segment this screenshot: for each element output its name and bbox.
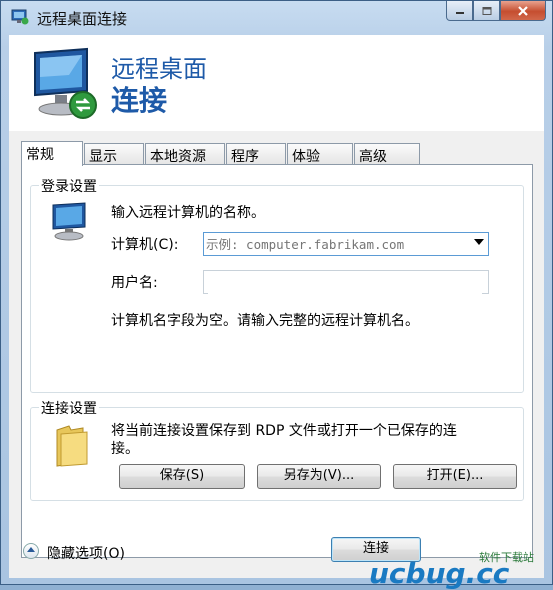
tab-panel-general: 登录设置 输入远程计算机的名称。 计算机(C): 用户名: 计算机名字段为 (21, 164, 533, 558)
tab-general[interactable]: 常规 (21, 141, 83, 166)
header-title-line2: 连接 (111, 84, 168, 117)
rdp-file-description-line1: 将当前连接设置保存到 RDP 文件或打开一个已保存的连 (111, 423, 457, 439)
remote-desktop-icon (11, 9, 29, 25)
remote-desktop-monitor-icon (34, 47, 97, 119)
connection-settings-group: 连接设置 将当前连接设置保存到 RDP 文件或打开一个已保存的连 接。 保存(S… (30, 398, 524, 501)
computer-name-instruction: 输入远程计算机的名称。 (111, 205, 265, 221)
close-icon (518, 5, 528, 16)
connection-settings-title: 连接设置 (39, 398, 99, 418)
dialog-client-area: 远程桌面 连接 常规 显示 本地资源 程序 体验 高级 登录设置 输入远程计算机… (9, 35, 544, 590)
rdp-window: 远程桌面连接 远程桌面 连接 常规 显示 本地资源 程序 体验 高级 登录设置 … (0, 0, 553, 590)
open-button[interactable]: 打开(E)... (393, 464, 517, 489)
computer-combobox[interactable] (203, 232, 489, 256)
folder-icon (56, 425, 88, 467)
username-field[interactable] (203, 270, 489, 294)
save-button[interactable]: 保存(S) (119, 464, 245, 489)
minimize-icon (455, 11, 464, 14)
close-button[interactable] (500, 1, 546, 21)
save-as-button[interactable]: 另存为(V)... (257, 464, 381, 489)
chevron-down-icon[interactable] (474, 239, 484, 245)
maximize-icon (482, 6, 491, 15)
username-input[interactable] (208, 272, 482, 294)
empty-computer-warning: 计算机名字段为空。请输入完整的远程计算机名。 (111, 313, 419, 329)
tab-display[interactable]: 显示 (84, 143, 144, 165)
login-settings-title: 登录设置 (39, 176, 99, 196)
tab-local-resources[interactable]: 本地资源 (145, 143, 225, 165)
watermark-logo-text: ucbug (369, 557, 466, 590)
title-bar[interactable]: 远程桌面连接 (1, 1, 552, 35)
username-label: 用户名: (111, 275, 158, 291)
tab-experience[interactable]: 体验 (287, 143, 353, 165)
computer-icon (52, 202, 86, 241)
dialog-header: 远程桌面 连接 (9, 35, 544, 131)
window-title: 远程桌面连接 (37, 10, 128, 28)
maximize-button[interactable] (473, 1, 500, 21)
rdp-file-description-line2: 接。 (111, 441, 139, 457)
window-controls (446, 1, 546, 23)
tab-advanced[interactable]: 高级 (354, 143, 420, 165)
tab-programs[interactable]: 程序 (226, 143, 286, 165)
computer-label: 计算机(C): (111, 237, 179, 253)
hide-options-toggle-icon[interactable] (23, 543, 39, 559)
watermark-brand: 软件下载站 (479, 551, 534, 564)
login-settings-group: 登录设置 输入远程计算机的名称。 计算机(C): 用户名: 计算机名字段为 (30, 176, 524, 393)
computer-input[interactable] (206, 235, 466, 253)
hide-options-link[interactable]: 隐藏选项(O) (47, 543, 125, 563)
minimize-button[interactable] (446, 1, 473, 21)
